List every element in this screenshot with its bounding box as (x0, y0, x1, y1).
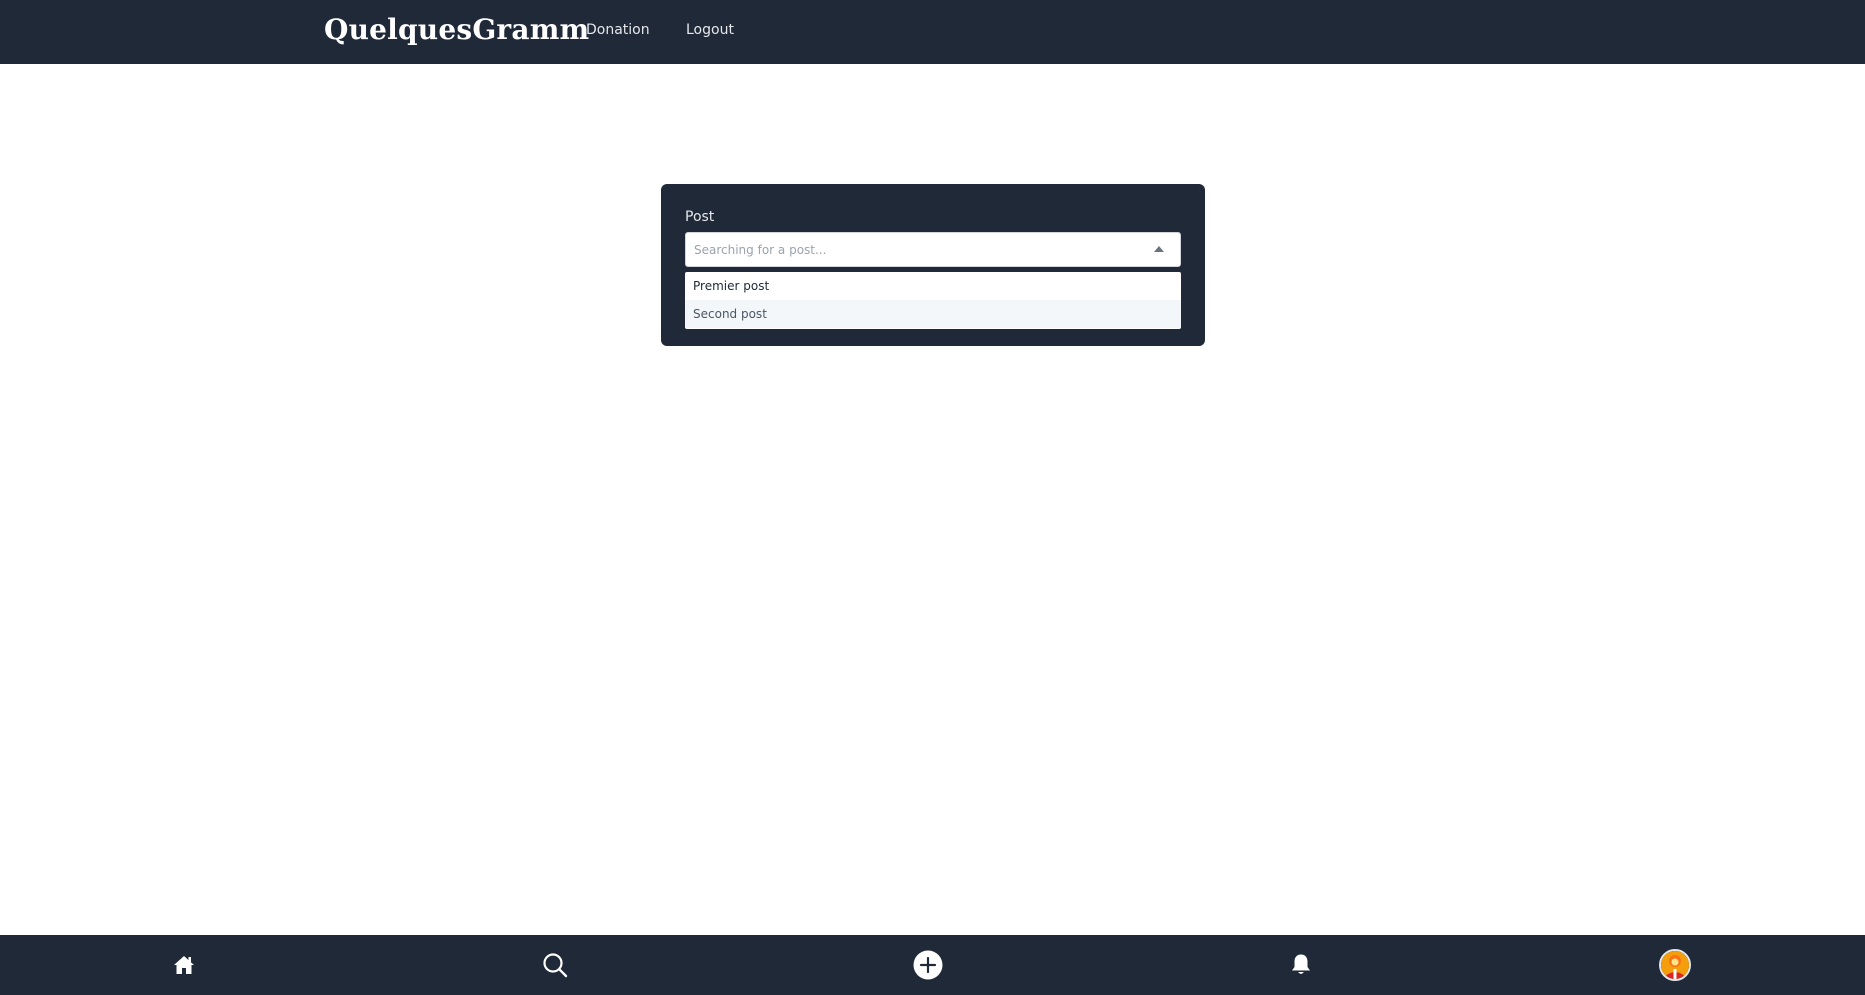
profile-button[interactable] (1657, 947, 1693, 983)
bottom-navbar (0, 935, 1865, 995)
bell-icon (1292, 954, 1310, 974)
notifications-button[interactable] (1283, 947, 1319, 983)
brand-logo[interactable]: QuelquesGramm (324, 13, 589, 46)
dropdown-option-second-post[interactable]: Second post (685, 300, 1181, 328)
search-icon (543, 953, 568, 978)
avatar (1659, 949, 1691, 981)
post-search-input[interactable] (694, 242, 1134, 257)
search-button[interactable] (537, 947, 573, 983)
nav-logout-link[interactable]: Logout (686, 22, 734, 38)
home-icon (174, 956, 194, 974)
caret-up-icon[interactable] (1154, 246, 1164, 252)
post-select[interactable] (685, 232, 1181, 267)
post-dropdown-menu: Premier post Second post (685, 272, 1181, 329)
add-post-button[interactable] (910, 947, 946, 983)
plus-circle-icon (913, 950, 943, 980)
top-navbar: QuelquesGramm Donation Logout (0, 0, 1865, 64)
nav-donation-link[interactable]: Donation (586, 22, 650, 38)
post-search-card: Post Premier post Second post (661, 184, 1205, 346)
home-button[interactable] (166, 947, 202, 983)
dropdown-option-premier-post[interactable]: Premier post (685, 272, 1181, 300)
post-field-label: Post (685, 209, 715, 225)
